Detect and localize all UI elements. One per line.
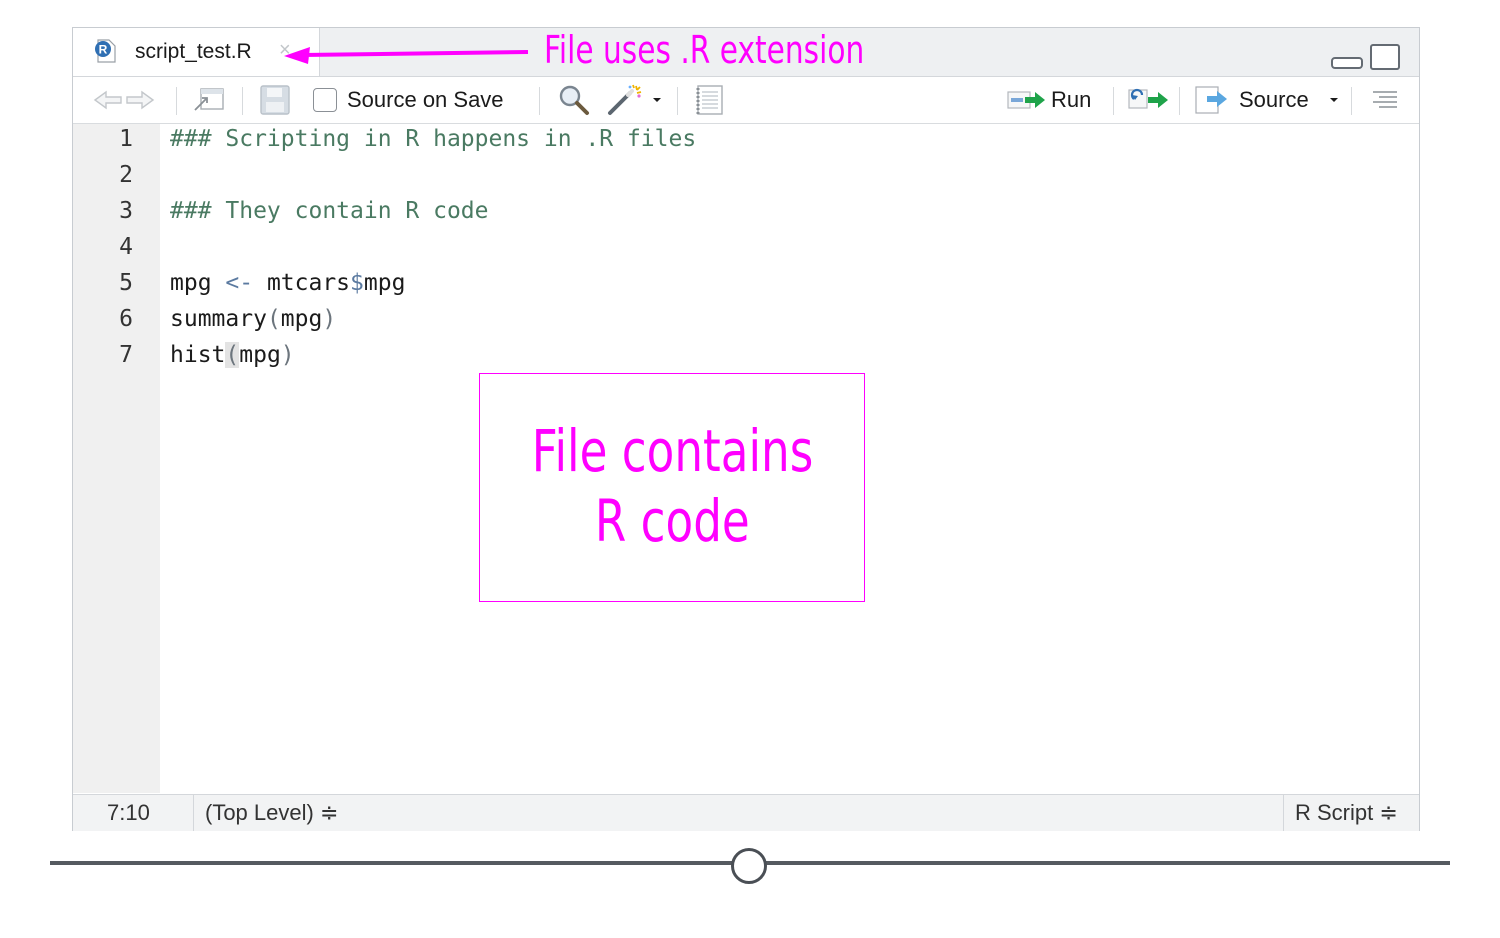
- chevron-down-icon[interactable]: [650, 95, 664, 105]
- tab-title: script_test.R: [135, 40, 252, 63]
- line-number: 1: [119, 126, 133, 152]
- run-arrow-icon: [1007, 91, 1045, 109]
- code-line-6[interactable]: summary(mpg): [170, 306, 336, 332]
- line-number: 4: [119, 234, 133, 260]
- search-icon[interactable]: [557, 77, 591, 123]
- minimize-icon[interactable]: [1331, 57, 1363, 69]
- code-tools-wand-icon[interactable]: [606, 77, 664, 123]
- source-on-save-check-icon[interactable]: [313, 88, 337, 112]
- annotation-callout-box: File contains R code: [479, 373, 865, 602]
- r-file-icon: R: [95, 39, 116, 63]
- cursor-position: 7:10: [107, 800, 150, 825]
- code-line-3[interactable]: ### They contain R code: [170, 198, 489, 224]
- file-type-selector[interactable]: R Script ≑: [1295, 800, 1398, 826]
- run-button[interactable]: Run: [1007, 77, 1091, 123]
- slide-progress-knob[interactable]: [731, 848, 767, 884]
- line-number: 5: [119, 270, 133, 296]
- code-line-1[interactable]: ### Scripting in R happens in .R files: [170, 126, 696, 152]
- back-arrow-icon[interactable]: [93, 77, 123, 123]
- editor-toolbar: Source on Save Run Source: [73, 77, 1419, 124]
- svg-text:R: R: [99, 43, 108, 57]
- source-label: Source: [1239, 87, 1309, 112]
- editor-status-bar: 7:10 (Top Level) ≑ R Script ≑: [73, 794, 1419, 831]
- outline-icon[interactable]: [1371, 77, 1399, 123]
- code-line-7[interactable]: hist(mpg): [170, 342, 295, 368]
- forward-arrow-icon[interactable]: [125, 77, 155, 123]
- source-on-save-checkbox[interactable]: Source on Save: [313, 77, 504, 123]
- source-on-save-label: Source on Save: [347, 87, 504, 112]
- annotation-box-line-1: File contains: [531, 417, 813, 485]
- source-arrow-icon: [1195, 86, 1227, 114]
- line-number: 3: [119, 198, 133, 224]
- scope-selector[interactable]: (Top Level) ≑: [205, 800, 338, 826]
- source-button[interactable]: Source: [1195, 77, 1341, 123]
- line-number: 2: [119, 162, 133, 188]
- line-number: 6: [119, 306, 133, 332]
- run-label: Run: [1051, 87, 1092, 112]
- compile-report-icon[interactable]: [695, 77, 725, 123]
- line-number-gutter: 1 2 3 4 5 6 7: [73, 124, 160, 793]
- annotation-arrow: [284, 47, 529, 64]
- save-icon[interactable]: [259, 77, 291, 123]
- annotation-box-line-2: R code: [594, 487, 750, 555]
- show-in-window-icon[interactable]: [191, 77, 227, 123]
- rerun-icon[interactable]: [1128, 77, 1170, 123]
- maximize-icon[interactable]: [1370, 44, 1400, 70]
- chevron-down-icon[interactable]: [1327, 95, 1341, 105]
- annotation-extension-note: File uses .R extension: [544, 28, 865, 72]
- line-number: 7: [119, 342, 133, 368]
- code-line-5[interactable]: mpg <- mtcars$mpg: [170, 270, 405, 296]
